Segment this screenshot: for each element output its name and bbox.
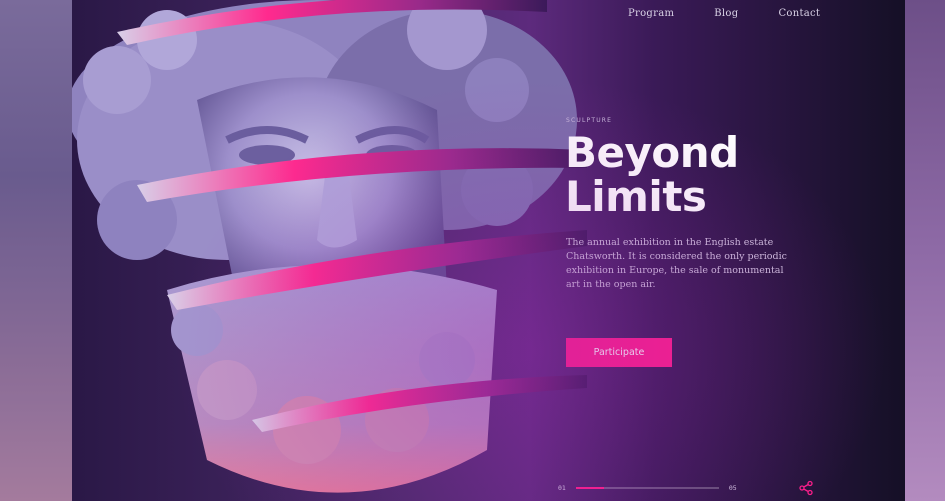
- share-icon[interactable]: [798, 480, 814, 496]
- nav-program[interactable]: Program: [628, 8, 674, 19]
- sculpture-illustration: [72, 0, 587, 493]
- nav-contact[interactable]: Contact: [778, 8, 820, 19]
- hero-description: The annual exhibition in the English est…: [566, 237, 787, 290]
- pager-total: 05: [728, 484, 737, 492]
- pager-progress-fill: [575, 487, 605, 489]
- pager-progress-track[interactable]: [575, 487, 719, 489]
- page-title: Beyond Limits: [565, 131, 739, 219]
- share-icon-glyph: [799, 480, 813, 496]
- nav-blog[interactable]: Blog: [714, 8, 738, 19]
- title-line-2: Limits: [565, 172, 707, 221]
- slide-pager: 01 05: [558, 484, 737, 492]
- section-eyebrow: SCULPTURE: [566, 117, 613, 124]
- title-line-1: Beyond: [565, 128, 739, 177]
- hero-card: Program Blog Contact SCULPTURE Beyond Li…: [72, 0, 905, 501]
- backdrop-right: [905, 0, 945, 501]
- pager-current: 01: [558, 484, 566, 492]
- participate-button[interactable]: Participate: [566, 338, 672, 367]
- main-nav: Program Blog Contact: [628, 8, 820, 19]
- sculpture-image: [72, 0, 587, 501]
- backdrop-left: [0, 0, 72, 501]
